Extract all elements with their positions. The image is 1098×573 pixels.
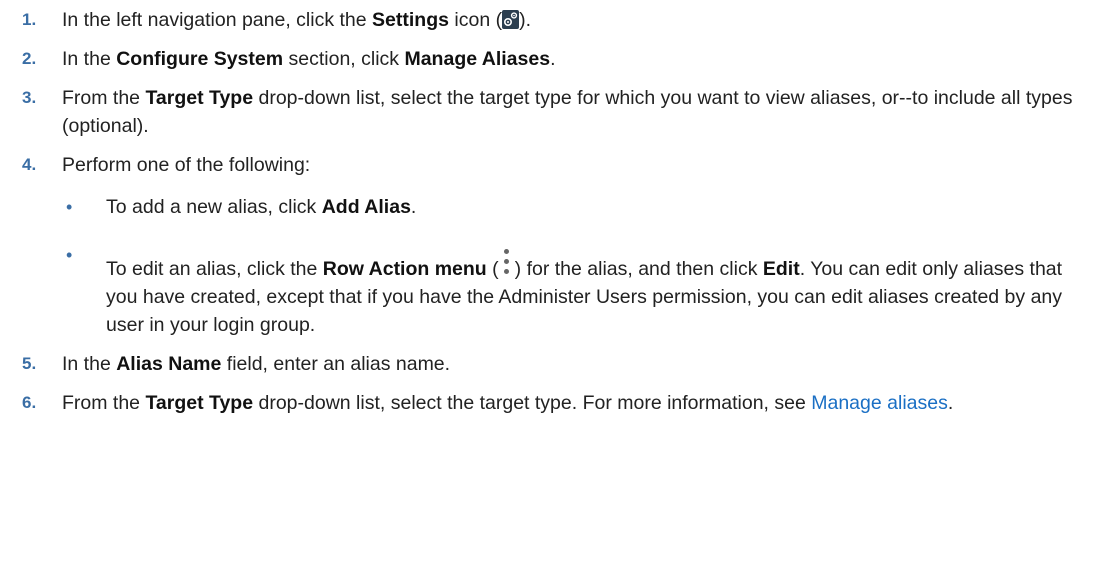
step-text: In the [62, 353, 117, 375]
step-text: section, click [283, 48, 405, 70]
step-number: 3. [22, 88, 37, 107]
step-text: In the left navigation pane, click the [62, 9, 373, 31]
row-action-menu-label: Row Action menu [322, 258, 487, 280]
instruction-list: 1. In the left navigation pane, click th… [0, 6, 1098, 417]
step-text: ( [486, 258, 499, 280]
add-alias-label: Add Alias [321, 196, 411, 218]
sub-item-add: • To add a new alias, click Add Alias. [62, 193, 1098, 221]
step-text: . [550, 48, 556, 70]
step-6: 6. From the Target Type drop-down list, … [22, 389, 1098, 417]
manage-aliases-label: Manage Aliases [404, 48, 551, 70]
step-text: To add a new alias, click [106, 196, 322, 218]
step-text: Perform one of the following: [62, 154, 311, 176]
step-number: 6. [22, 393, 37, 412]
step-text: From the [62, 87, 146, 109]
edit-label: Edit [762, 258, 800, 280]
bullet-glyph: • [66, 197, 73, 217]
bullet-glyph: • [66, 245, 73, 265]
step-2: 2. In the Configure System section, clic… [22, 45, 1098, 73]
step-3: 3. From the Target Type drop-down list, … [22, 84, 1098, 140]
step-text: To edit an alias, click the [106, 258, 323, 280]
step-4: 4. Perform one of the following: • To ad… [22, 151, 1098, 339]
gear-icon [502, 10, 520, 29]
alias-name-label: Alias Name [116, 353, 222, 375]
step-text: . [947, 392, 954, 414]
step-text: . [410, 196, 417, 218]
kebab-vertical-icon [498, 241, 515, 281]
step-text: In the [62, 48, 117, 70]
step-text: ). [519, 9, 531, 31]
step-text: drop-down list, select the target type. … [253, 392, 812, 414]
sub-list: • To add a new alias, click Add Alias. •… [62, 193, 1098, 339]
step-text: From the [62, 392, 146, 414]
step-number: 4. [22, 155, 37, 174]
settings-label: Settings [372, 9, 449, 31]
target-type-label: Target Type [145, 392, 254, 414]
step-1: 1. In the left navigation pane, click th… [22, 6, 1098, 34]
target-type-label: Target Type [145, 87, 254, 109]
step-5: 5. In the Alias Name field, enter an ali… [22, 350, 1098, 378]
step-text: icon ( [448, 9, 503, 31]
step-number: 2. [22, 49, 37, 68]
step-text: ) for the alias, and then click [514, 258, 763, 280]
sub-item-edit: • To edit an alias, click the Row Action… [62, 241, 1098, 339]
step-text: field, enter an alias name. [221, 353, 451, 375]
manage-aliases-link[interactable]: Manage aliases [811, 392, 948, 414]
step-number: 1. [22, 10, 37, 29]
configure-system-label: Configure System [116, 48, 284, 70]
step-number: 5. [22, 354, 37, 373]
